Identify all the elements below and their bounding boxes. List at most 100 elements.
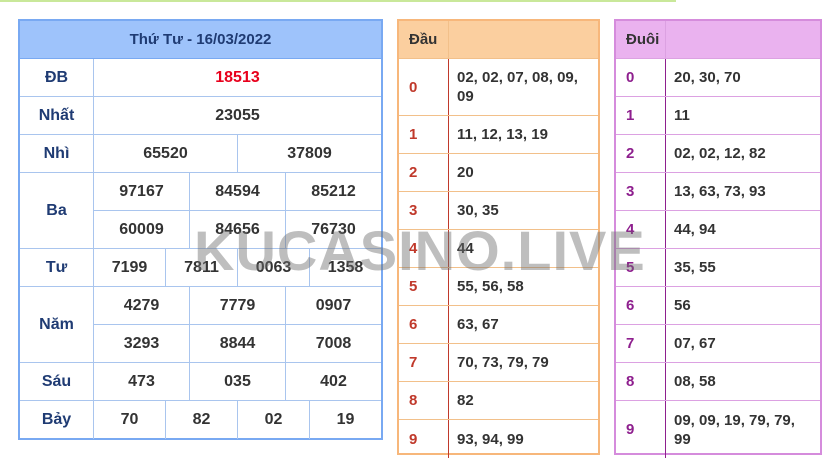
prize-number: 1358 xyxy=(309,249,381,286)
prize-number: 19 xyxy=(309,401,381,439)
digit-key: 6 xyxy=(616,287,666,324)
head-column-title: Đầu xyxy=(399,21,449,58)
prize-number: 4279 xyxy=(123,296,160,314)
prize-label: Năm xyxy=(20,287,94,362)
prize-label: Bảy xyxy=(20,401,94,439)
top-accent-line xyxy=(0,0,676,2)
digit-key: 7 xyxy=(616,325,666,362)
digit-values: 02, 02, 07, 08, 09, 09 xyxy=(457,69,578,105)
tail-column-title: Đuôi xyxy=(616,21,666,58)
digit-key: 3 xyxy=(616,173,666,210)
prize-label: Ba xyxy=(20,173,94,248)
digit-key: 1 xyxy=(399,116,449,153)
prize-number: 97167 xyxy=(119,182,164,200)
digit-values: 11, 12, 13, 19 xyxy=(457,126,548,143)
digit-values: 20, 30, 70 xyxy=(674,69,741,86)
list-item: 8 82 xyxy=(399,382,598,420)
prize-number: 02 xyxy=(237,401,309,439)
prize-number: 402 xyxy=(285,363,381,400)
digit-values: 09, 09, 19, 79, 79, 99 xyxy=(674,411,795,448)
list-item: 5 55, 56, 58 xyxy=(399,268,598,306)
prize-number: 8844 xyxy=(189,325,285,362)
list-item: 7 70, 73, 79, 79 xyxy=(399,344,598,382)
prize-number: 76730 xyxy=(285,211,381,248)
prize-number: 0063 xyxy=(237,249,309,286)
digit-key: 8 xyxy=(616,363,666,400)
head-table-header: Đầu xyxy=(399,21,598,59)
list-item: 2 02, 02, 12, 82 xyxy=(616,135,820,173)
prize-label: Nhì xyxy=(20,135,94,172)
prize-row-sixth: Sáu 473 035 402 xyxy=(20,363,381,401)
digit-key: 5 xyxy=(399,268,449,305)
digit-key: 8 xyxy=(399,382,449,419)
lottery-results-table: Thứ Tư - 16/03/2022 ĐB 18513 Nhất 23055 … xyxy=(18,19,383,440)
digit-values: 44, 94 xyxy=(674,221,716,238)
list-item: 0 02, 02, 07, 08, 09, 09 xyxy=(399,59,598,116)
prize-number: 0907 xyxy=(285,287,381,324)
prize-label: ĐB xyxy=(20,59,94,96)
prize-number: 84594 xyxy=(189,173,285,210)
prize-label: Nhất xyxy=(20,97,94,134)
digit-values: 35, 55 xyxy=(674,259,716,276)
digit-values: 44 xyxy=(457,240,474,257)
prize-row-fifth: Năm 4279 7779 0907 3293 8844 7008 xyxy=(20,287,381,363)
digit-values: 20 xyxy=(457,164,474,181)
list-item: 6 56 xyxy=(616,287,820,325)
prize-number: 60009 xyxy=(119,220,164,238)
digit-key: 1 xyxy=(616,97,666,134)
results-date-title: Thứ Tư - 16/03/2022 xyxy=(20,21,381,59)
digit-key: 7 xyxy=(399,344,449,381)
list-item: 9 93, 94, 99 xyxy=(399,420,598,458)
digit-values: 30, 35 xyxy=(457,202,499,219)
prize-number: 65520 xyxy=(143,144,188,162)
tail-digit-table: Đuôi 0 20, 30, 70 1 11 2 02, 02, 12, 82 … xyxy=(614,19,822,458)
prize-number: 035 xyxy=(189,363,285,400)
list-item: 1 11 xyxy=(616,97,820,135)
list-item: 5 35, 55 xyxy=(616,249,820,287)
digit-key: 0 xyxy=(616,59,666,96)
digit-values: 02, 02, 12, 82 xyxy=(674,145,766,162)
digit-values: 63, 67 xyxy=(457,316,499,333)
digit-values: 13, 63, 73, 93 xyxy=(674,183,766,200)
digit-values: 08, 58 xyxy=(674,373,716,390)
prize-number: 7811 xyxy=(165,249,237,286)
prize-row-fourth: Tư 7199 7811 0063 1358 xyxy=(20,249,381,287)
prize-row-first: Nhất 23055 xyxy=(20,97,381,135)
digit-key: 6 xyxy=(399,306,449,343)
list-item: 8 08, 58 xyxy=(616,363,820,401)
list-item: 2 20 xyxy=(399,154,598,192)
digit-values: 07, 67 xyxy=(674,335,716,352)
prize-number: 3293 xyxy=(123,334,160,352)
list-item: 1 11, 12, 13, 19 xyxy=(399,116,598,154)
head-digit-table: Đầu 0 02, 02, 07, 08, 09, 09 1 11, 12, 1… xyxy=(397,19,600,458)
prize-label: Tư xyxy=(20,249,94,286)
prize-row-special: ĐB 18513 xyxy=(20,59,381,97)
prize-number: 82 xyxy=(165,401,237,439)
prize-number: 7008 xyxy=(285,325,381,362)
digit-values: 56 xyxy=(674,297,691,314)
prize-number: 70 xyxy=(120,411,139,428)
digit-key: 9 xyxy=(616,401,666,458)
prize-row-third: Ba 97167 84594 85212 60009 84656 76730 xyxy=(20,173,381,249)
list-item: 6 63, 67 xyxy=(399,306,598,344)
digit-key: 4 xyxy=(616,211,666,248)
digit-key: 4 xyxy=(399,230,449,267)
digit-values: 55, 56, 58 xyxy=(457,278,524,295)
prize-number: 37809 xyxy=(237,135,381,172)
digit-values: 70, 73, 79, 79 xyxy=(457,354,549,371)
list-item: 7 07, 67 xyxy=(616,325,820,363)
digit-key: 0 xyxy=(399,59,449,115)
prize-row-seventh: Bảy 70 82 02 19 xyxy=(20,401,381,439)
prize-number: 473 xyxy=(128,372,155,390)
list-item: 3 30, 35 xyxy=(399,192,598,230)
digit-key: 2 xyxy=(616,135,666,172)
digit-key: 9 xyxy=(399,420,449,458)
tail-table-header: Đuôi xyxy=(616,21,820,59)
list-item: 9 09, 09, 19, 79, 79, 99 xyxy=(616,401,820,458)
prize-number: 7199 xyxy=(111,258,148,276)
list-item: 4 44, 94 xyxy=(616,211,820,249)
digit-key: 2 xyxy=(399,154,449,191)
list-item: 3 13, 63, 73, 93 xyxy=(616,173,820,211)
digit-values: 11 xyxy=(674,107,690,124)
digit-values: 82 xyxy=(457,392,474,409)
